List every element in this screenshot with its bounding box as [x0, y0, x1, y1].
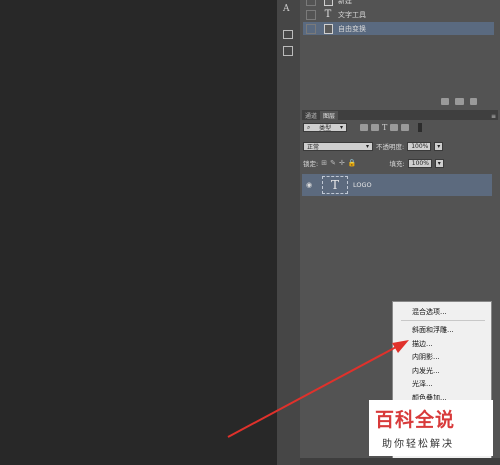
- properties-panel-icon[interactable]: [283, 46, 293, 56]
- panel-menu-icon[interactable]: ≡: [491, 113, 496, 120]
- lock-transparent-pixels-icon[interactable]: ⊞: [321, 159, 327, 167]
- chevron-down-icon: ▾: [365, 142, 369, 150]
- layer-row[interactable]: ◉ T LOGO: [302, 174, 492, 196]
- filter-kind-select[interactable]: ⌕ 类型 ▾: [303, 123, 347, 132]
- type-tool-icon: T: [324, 9, 332, 20]
- layer-filter-row: ⌕ 类型 ▾ T: [303, 123, 423, 132]
- document-icon: [322, 23, 334, 34]
- watermark-subtitle: 助你轻松解决: [382, 439, 454, 450]
- blend-mode-select[interactable]: 正常 ▾: [303, 141, 373, 151]
- filter-toggle-icon[interactable]: [418, 123, 423, 132]
- camera-icon[interactable]: [455, 98, 464, 105]
- new-snapshot-icon[interactable]: [441, 98, 449, 105]
- history-panel-icon[interactable]: [283, 30, 293, 39]
- menu-item-bevel-emboss[interactable]: 斜面和浮雕...: [412, 325, 454, 335]
- lock-label: 锁定:: [303, 160, 319, 168]
- trash-icon[interactable]: [470, 98, 477, 105]
- history-item-label: 自由变换: [338, 24, 366, 33]
- type-filter-icon[interactable]: T: [382, 123, 387, 132]
- history-item-label: 文字工具: [338, 10, 366, 19]
- search-icon: ⌕: [307, 123, 311, 131]
- menu-item-blending-options[interactable]: 混合选项...: [412, 307, 447, 317]
- pixel-filter-icon[interactable]: [360, 124, 368, 131]
- menu-item-satin[interactable]: 光泽...: [412, 379, 433, 389]
- adjustment-filter-icon[interactable]: [371, 124, 379, 131]
- history-panel: 新建 T 文字工具 自由变换: [300, 0, 500, 104]
- chevron-down-icon: ▾: [339, 124, 343, 131]
- watermark-logo: 百科全说 助你轻松解决: [369, 400, 493, 456]
- shape-filter-icon[interactable]: [390, 124, 399, 131]
- history-item-free-transform[interactable]: 自由变换: [303, 22, 494, 35]
- history-item-type-tool[interactable]: T 文字工具: [303, 8, 494, 21]
- layers-bottom-toolbar: [300, 458, 500, 465]
- canvas-area[interactable]: [0, 0, 277, 465]
- tab-layers[interactable]: 图层: [320, 111, 339, 120]
- layers-panel-tabs: 通道 图层 ≡: [302, 110, 498, 120]
- lock-position-icon[interactable]: ✛: [339, 159, 345, 167]
- opacity-dropdown-button[interactable]: ▾: [434, 141, 444, 151]
- menu-separator: [401, 320, 485, 321]
- layer-name: LOGO: [353, 181, 372, 189]
- history-item-new[interactable]: 新建: [303, 0, 494, 7]
- text-layer-thumbnail: T: [322, 176, 348, 194]
- history-checkbox[interactable]: [306, 9, 316, 20]
- lock-fill-row: 锁定: ⊞ ✎ ✛ 🔒 填充: 100% ▾: [303, 158, 444, 168]
- opacity-label: 不透明度:: [376, 143, 405, 151]
- visibility-eye-icon[interactable]: ◉: [306, 181, 316, 189]
- fill-dropdown-button[interactable]: ▾: [434, 158, 444, 168]
- menu-item-inner-shadow[interactable]: 内阴影...: [412, 352, 440, 362]
- history-checkbox[interactable]: [306, 0, 316, 6]
- panel-icon-strip: A: [277, 0, 300, 465]
- history-checkbox[interactable]: [306, 23, 316, 34]
- fill-label: 填充:: [389, 160, 405, 168]
- history-toolbar: [441, 98, 477, 105]
- document-icon: [322, 0, 334, 6]
- fill-field[interactable]: 100%: [407, 158, 432, 168]
- history-item-label: 新建: [338, 0, 352, 5]
- menu-item-stroke[interactable]: 描边...: [412, 339, 433, 349]
- blend-mode-label: 正常: [307, 143, 320, 151]
- menu-item-inner-glow[interactable]: 内发光...: [412, 366, 440, 376]
- lock-image-pixels-icon[interactable]: ✎: [330, 159, 336, 167]
- smart-object-filter-icon[interactable]: [401, 124, 410, 131]
- blend-opacity-row: 正常 ▾ 不透明度: 100% ▾: [303, 141, 444, 151]
- watermark-title: 百科全说: [375, 409, 456, 431]
- tab-channels[interactable]: 通道: [302, 111, 320, 120]
- lock-all-icon[interactable]: 🔒: [348, 159, 357, 167]
- opacity-field[interactable]: 100%: [407, 141, 432, 151]
- character-panel-icon[interactable]: A: [283, 4, 294, 15]
- filter-kind-label: 类型: [319, 125, 332, 132]
